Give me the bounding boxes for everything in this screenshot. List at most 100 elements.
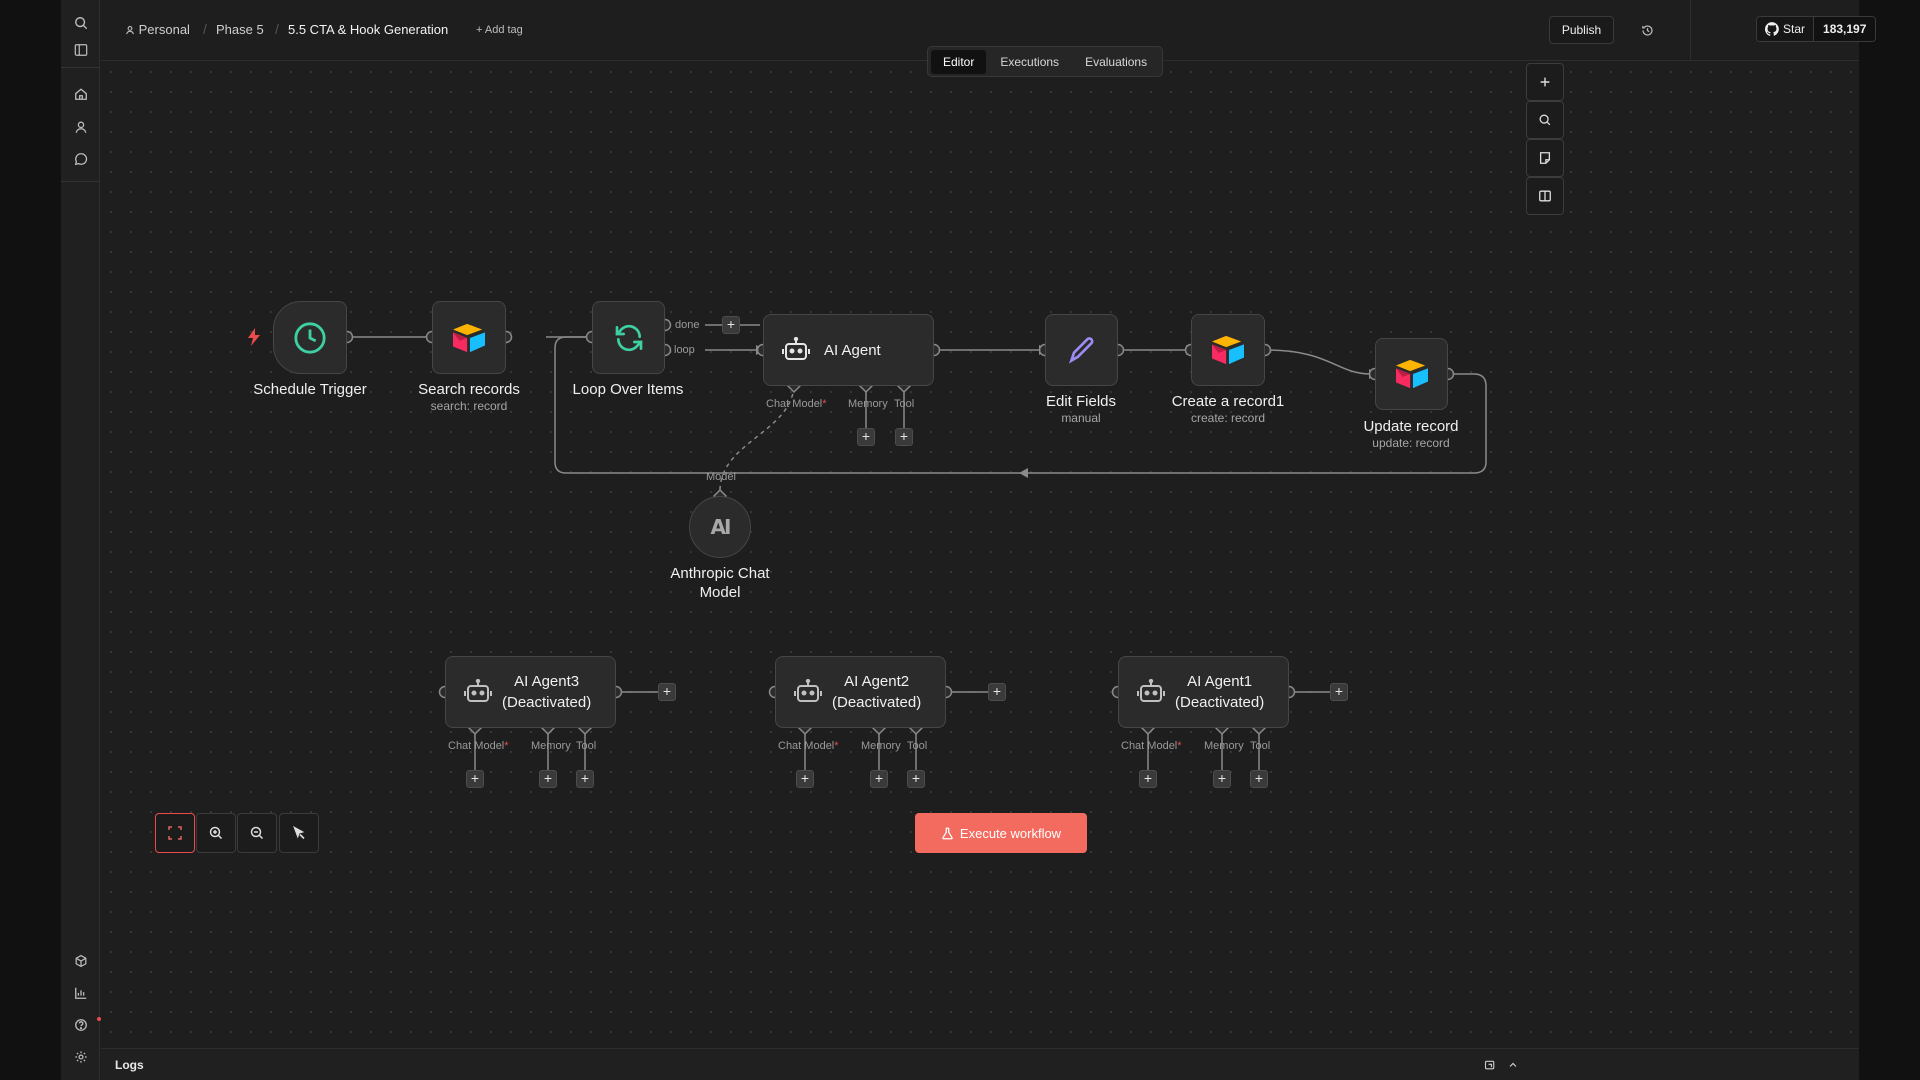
fit-view-button[interactable] [155,813,195,853]
github-star-count[interactable]: 183,197 [1814,17,1876,41]
tab-editor[interactable]: Editor [931,49,987,74]
node-label: AI Agent [824,341,881,359]
chat-model-label: Chat Model* [778,740,839,752]
airtable-icon [1212,335,1244,365]
add-node-button[interactable]: + [722,316,740,334]
add-tool-button[interactable]: + [1250,770,1268,788]
node-edit-fields[interactable] [1045,314,1118,386]
home-icon[interactable] [69,82,93,106]
add-memory-button[interactable]: + [539,770,557,788]
wand-icon [293,825,305,840]
node-anthropic-chat-model[interactable]: AI [689,496,751,558]
zoom-out-icon [250,826,264,840]
node-subtitle: update: record [1372,436,1450,450]
anthropic-logo-icon: AI [710,515,732,539]
node-schedule-trigger[interactable] [273,301,347,374]
execute-workflow-button[interactable]: Execute workflow [915,813,1087,853]
toggle-panel-button[interactable] [1526,177,1564,215]
connections-layer [340,318,1487,770]
add-memory-button[interactable]: + [857,428,875,446]
node-ai-agent[interactable]: AI Agent [763,314,934,386]
node-subtitle: search: record [430,399,508,413]
zoom-out-button[interactable] [237,813,277,853]
add-tag-link[interactable]: + Add tag [476,24,523,36]
logs-panel[interactable]: Logs [101,1048,1859,1080]
chevron-up-icon[interactable] [1505,1057,1521,1073]
publish-button[interactable]: Publish [1549,16,1614,44]
add-tool-button[interactable]: + [895,428,913,446]
canvas-search-button[interactable] [1526,101,1564,139]
fit-view-icon [168,826,182,840]
node-create-record[interactable] [1191,314,1265,386]
github-star-label: Star [1783,22,1806,36]
sticky-note-icon [1539,152,1551,164]
user-icon[interactable] [69,115,93,139]
node-label: Loop Over Items [572,381,684,398]
execute-workflow-label: Execute workflow [959,825,1062,841]
sidebar-divider [61,67,100,68]
search-icon[interactable] [69,11,93,35]
add-node-panel-button[interactable] [1526,63,1564,101]
add-node-button[interactable]: + [988,683,1006,701]
tab-evaluations[interactable]: Evaluations [1073,50,1159,74]
workflow-name[interactable]: 5.5 CTA & Hook Generation [288,22,448,37]
add-node-button[interactable]: + [1330,683,1348,701]
add-tool-button[interactable]: + [907,770,925,788]
airtable-icon [453,323,485,352]
pop-out-icon[interactable] [1482,1057,1498,1073]
node-search-records[interactable] [432,301,506,374]
tab-executions[interactable]: Executions [988,50,1071,74]
help-icon[interactable] [69,1013,101,1037]
panel-icon [1539,190,1551,202]
add-tool-button[interactable]: + [576,770,594,788]
zoom-in-icon [209,826,223,840]
tool-label: Tool [1250,740,1271,752]
edge-arrow [1019,468,1028,478]
node-ai-agent3[interactable]: AI Agent3 (Deactivated) [445,656,616,728]
add-chat-model-button[interactable]: + [466,770,484,788]
robot-icon [782,337,810,360]
node-update-record[interactable] [1375,338,1448,410]
node-label: Update record [1363,418,1459,435]
node-ai-agent1[interactable]: AI Agent1 (Deactivated) [1118,656,1289,728]
sticky-note-button[interactable] [1526,139,1564,177]
node-loop-over-items[interactable] [592,301,665,374]
model-input-label: Model [706,471,736,483]
clock-icon [294,321,326,354]
breadcrumb-folder[interactable]: Phase 5 [216,22,264,37]
tool-label: Tool [576,740,597,752]
node-ai-agent2[interactable]: AI Agent2 (Deactivated) [775,656,946,728]
trigger-bolt-icon [248,328,260,346]
breadcrumb-separator: / [203,21,207,37]
sidebar [61,0,101,1080]
tidy-up-button[interactable] [279,813,319,853]
memory-label: Memory [1204,740,1244,752]
settings-gear-icon[interactable] [69,1045,93,1069]
memory-label: Memory [848,398,888,410]
plus-icon [1540,77,1550,87]
add-node-button[interactable]: + [658,683,676,701]
pencil-icon [1068,337,1093,364]
zoom-in-button[interactable] [196,813,236,853]
templates-icon[interactable] [69,949,93,973]
workflow-canvas[interactable]: Schedule Trigger Search records search: … [101,62,1859,1048]
github-star-button[interactable]: Star [1757,17,1815,41]
breadcrumb-project[interactable]: Personal [125,22,190,37]
history-icon[interactable] [1637,20,1657,40]
node-label: Anthropic Chat Model [670,565,770,601]
output-label-done: done [675,319,700,331]
add-memory-button[interactable]: + [1213,770,1231,788]
flask-icon [942,827,953,839]
node-label: AI Agent2 (Deactivated) [832,673,922,711]
chat-icon[interactable] [69,147,93,171]
add-chat-model-button[interactable]: + [796,770,814,788]
chat-model-label: Chat Model* [766,398,827,410]
memory-label: Memory [861,740,901,752]
collapse-sidebar-icon[interactable] [69,38,93,62]
insights-icon[interactable] [69,981,93,1005]
output-label-loop: loop [674,344,695,356]
add-chat-model-button[interactable]: + [1139,770,1157,788]
add-memory-button[interactable]: + [870,770,888,788]
logs-label: Logs [115,1058,144,1072]
node-label: Create a record1 [1171,393,1285,410]
